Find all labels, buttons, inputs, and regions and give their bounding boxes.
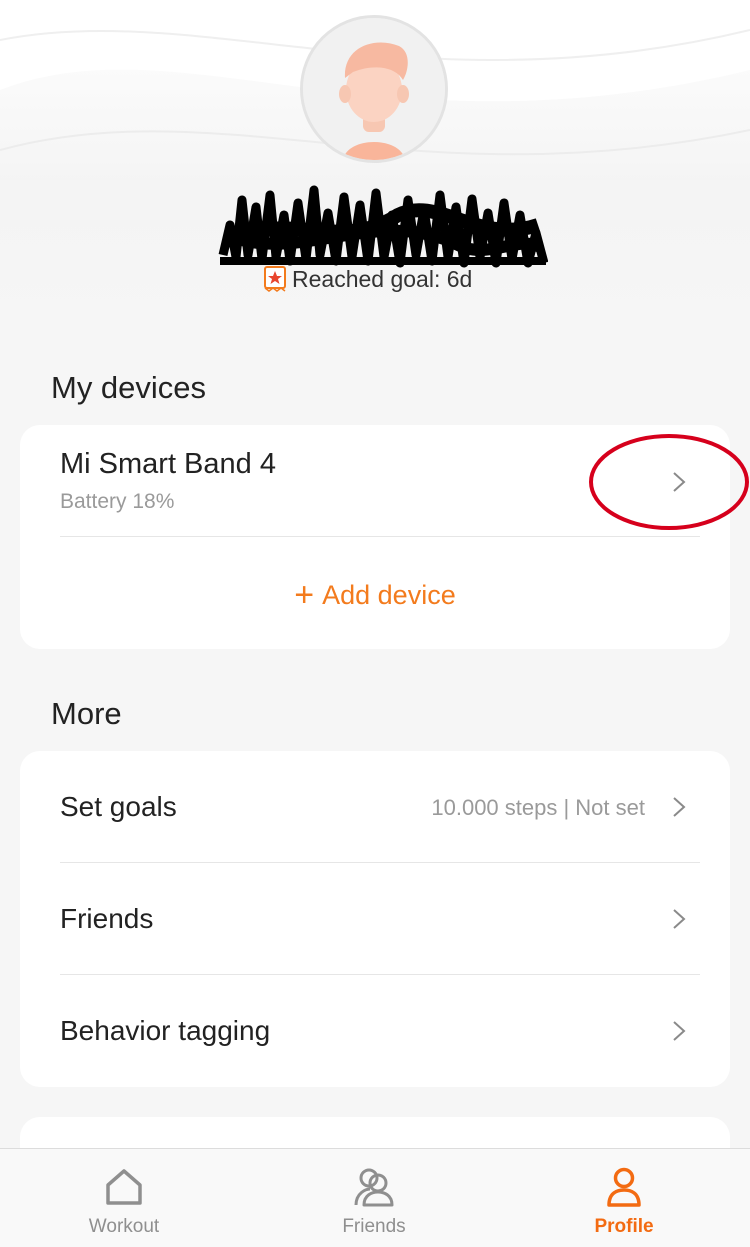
row-label: Set goals bbox=[60, 791, 177, 822]
friends-icon bbox=[354, 1168, 394, 1207]
tab-profile[interactable]: Profile bbox=[549, 1149, 699, 1247]
set-goals-row[interactable]: Set goals 10.000 steps | Not set bbox=[20, 751, 730, 863]
device-name: Mi Smart Band 4 bbox=[60, 448, 276, 480]
chevron-right-icon bbox=[673, 909, 686, 929]
friends-row[interactable]: Friends bbox=[20, 863, 730, 975]
home-icon bbox=[106, 1169, 142, 1205]
add-device-label: Add device bbox=[322, 579, 456, 610]
plus-icon: + bbox=[294, 576, 315, 614]
bottom-tab-bar: Workout Friends Profile bbox=[0, 1148, 750, 1247]
chevron-right-icon bbox=[673, 1021, 686, 1041]
goal-badge-icon bbox=[264, 266, 286, 292]
redacted-username bbox=[218, 185, 548, 268]
tab-workout[interactable]: Workout bbox=[49, 1149, 199, 1247]
device-battery: Battery 18% bbox=[60, 490, 175, 513]
profile-icon bbox=[607, 1167, 641, 1207]
avatar-icon bbox=[303, 18, 445, 160]
row-label: Friends bbox=[60, 903, 154, 934]
divider bbox=[60, 536, 700, 537]
my-devices-title: My devices bbox=[51, 370, 207, 405]
annotation-circle bbox=[589, 434, 749, 530]
goal-text: Reached goal: 6d bbox=[292, 265, 473, 292]
tab-label: Workout bbox=[88, 1216, 160, 1237]
behavior-tagging-row[interactable]: Behavior tagging bbox=[20, 975, 730, 1087]
tab-label: Profile bbox=[594, 1216, 654, 1237]
row-value: 10.000 steps | Not set bbox=[431, 795, 645, 820]
add-device-button[interactable]: + Add device bbox=[20, 575, 730, 615]
chevron-right-icon bbox=[673, 797, 686, 817]
avatar[interactable] bbox=[300, 15, 448, 163]
row-label: Behavior tagging bbox=[60, 1015, 271, 1046]
more-card: Set goals 10.000 steps | Not set Friends… bbox=[20, 751, 730, 1087]
tab-friends[interactable]: Friends bbox=[299, 1149, 449, 1247]
more-title: More bbox=[51, 696, 122, 731]
goal-streak: Reached goal: 6d bbox=[264, 264, 472, 294]
profile-page: Reached goal: 6d My devices Mi Smart Ban… bbox=[0, 0, 750, 1247]
tab-label: Friends bbox=[342, 1216, 406, 1237]
